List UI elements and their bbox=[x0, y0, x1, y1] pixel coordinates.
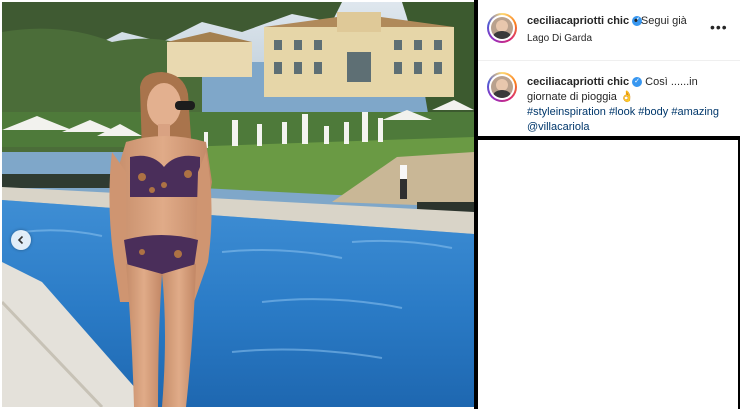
post-username[interactable]: ceciliacapriotti chic ✓ bbox=[527, 15, 643, 27]
post-location[interactable]: Lago Di Garda bbox=[527, 33, 592, 44]
hashtag-link[interactable]: #styleinspiration bbox=[527, 106, 606, 118]
hashtag-link[interactable]: #look bbox=[609, 106, 635, 118]
chevron-left-icon bbox=[17, 235, 24, 245]
divider-horizontal bbox=[474, 136, 740, 140]
hashtag-link[interactable]: #body bbox=[638, 106, 668, 118]
follow-status-label[interactable]: Segui già bbox=[641, 15, 687, 27]
caption-hashtags: #styleinspiration #look #body #amazing @… bbox=[527, 105, 735, 135]
follow-status[interactable]: • Segui già bbox=[634, 15, 687, 27]
caption: ceciliacapriotti chic ✓ Così ......in gio… bbox=[527, 75, 735, 105]
instagram-post-frame: ceciliacapriotti chic ✓ • Segui già ••• L… bbox=[0, 0, 740, 409]
verified-badge-icon: ✓ bbox=[632, 77, 643, 88]
ok-hand-emoji-icon: 👌 bbox=[619, 91, 634, 103]
profile-photo bbox=[491, 17, 513, 39]
username-text[interactable]: ceciliacapriotti chic bbox=[527, 15, 629, 27]
caption-avatar[interactable] bbox=[487, 72, 517, 102]
hashtag-link[interactable]: #amazing bbox=[671, 106, 719, 118]
more-options-icon[interactable]: ••• bbox=[710, 19, 728, 35]
divider-vertical bbox=[474, 0, 478, 409]
pool-scene-illustration bbox=[2, 2, 474, 407]
caption-username[interactable]: ceciliacapriotti chic bbox=[527, 76, 629, 88]
avatar[interactable] bbox=[487, 13, 517, 43]
post-photo[interactable] bbox=[2, 2, 474, 407]
previous-photo-button[interactable] bbox=[11, 230, 31, 250]
profile-photo bbox=[491, 76, 513, 98]
post-header bbox=[478, 0, 740, 61]
mention-link[interactable]: @villacariola bbox=[527, 121, 590, 133]
